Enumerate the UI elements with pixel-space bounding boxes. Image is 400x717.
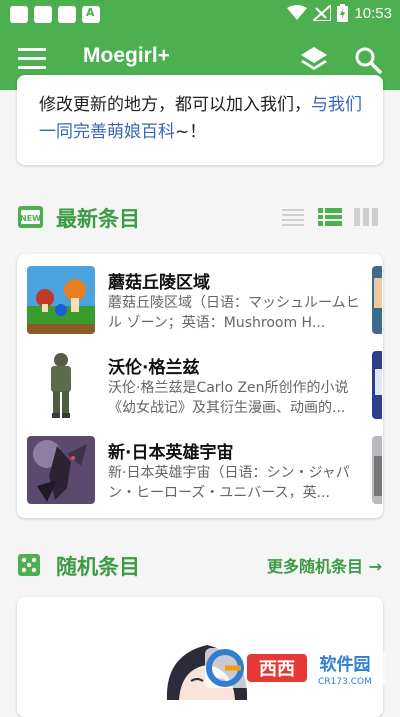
menu-button[interactable]: [18, 48, 46, 70]
new-badge-icon: NEW: [18, 206, 43, 228]
clock: 10:53: [354, 4, 392, 22]
list-item[interactable]: 沃伦·格兰兹 沃伦·格兰兹是Carlo Zen所创作的小说《幼女战记》及其衍生漫…: [27, 351, 377, 419]
newest-title: 最新条目: [56, 207, 140, 231]
list-compact-view-icon[interactable]: [282, 208, 306, 226]
battery-icon: [337, 4, 349, 22]
list-view-icon[interactable]: [318, 208, 342, 226]
item-description: 沃伦·格兰兹是Carlo Zen所创作的小说《幼女战记》及其衍生漫画、动画的..…: [108, 380, 349, 416]
peek-thumbnail: [372, 351, 382, 419]
app-title: Moegirl+: [83, 44, 170, 67]
grid-view-icon[interactable]: [354, 208, 378, 226]
notification-icon: [10, 6, 28, 23]
list-item[interactable]: 新·日本英雄宇宙 新·日本英雄宇宙（日语：シン・ジャパン・ヒーローズ・ユニバース…: [27, 436, 377, 504]
svg-text:软件园: 软件园: [320, 654, 371, 675]
search-icon[interactable]: [352, 44, 384, 76]
intro-text: 修改更新的地方，都可以加入我们，与我们一同完善萌娘百科~！: [39, 95, 362, 142]
notification-a-icon: [82, 6, 100, 23]
intro-card: 修改更新的地方，都可以加入我们，与我们一同完善萌娘百科~！: [17, 75, 383, 165]
layers-icon[interactable]: [298, 44, 330, 76]
random-section-header: 随机条目 更多随机条目 →: [18, 549, 382, 581]
item-thumbnail: [27, 436, 95, 504]
random-title: 随机条目: [56, 555, 140, 579]
svg-text:CR173.COM: CR173.COM: [318, 677, 372, 687]
notification-icon: [58, 6, 76, 23]
item-title: 新·日本英雄宇宙: [108, 443, 234, 463]
list-item[interactable]: 蘑菇丘陵区域 蘑菇丘陵区域（日语：マッシュルームヒル ゾーン；英语：Mushro…: [27, 266, 377, 334]
notification-icon: [34, 6, 52, 23]
newest-section-header: NEW 最新条目: [18, 201, 382, 233]
menu-icon: [18, 48, 46, 51]
item-thumbnail: [27, 266, 95, 334]
newest-list-card: 蘑菇丘陵区域 蘑菇丘陵区域（日语：マッシュルームヒル ゾーン；英语：Mushro…: [17, 254, 383, 518]
item-thumbnail: [27, 351, 95, 419]
signal-icon: [313, 5, 332, 21]
item-title: 沃伦·格兰兹: [108, 358, 200, 378]
notification-icons: [10, 6, 100, 23]
item-description: 新·日本英雄宇宙（日语：シン・ジャパン・ヒーローズ・ユニバース，英...: [108, 465, 350, 501]
status-bar: 10:53: [0, 0, 400, 28]
peek-thumbnail: [372, 266, 382, 334]
item-description: 蘑菇丘陵区域（日语：マッシュルームヒル ゾーン；英语：Mushroom H...: [108, 295, 360, 331]
dice-icon: [18, 554, 40, 576]
peek-thumbnail: [372, 436, 382, 504]
svg-text:NEW: NEW: [20, 214, 41, 223]
more-random-link[interactable]: 更多随机条目 →: [267, 553, 382, 577]
item-title: 蘑菇丘陵区域: [108, 273, 210, 293]
wifi-icon: [287, 5, 308, 20]
svg-text:西西: 西西: [259, 659, 295, 680]
watermark-logo: 西西 软件园 CR173.COM: [205, 648, 385, 688]
